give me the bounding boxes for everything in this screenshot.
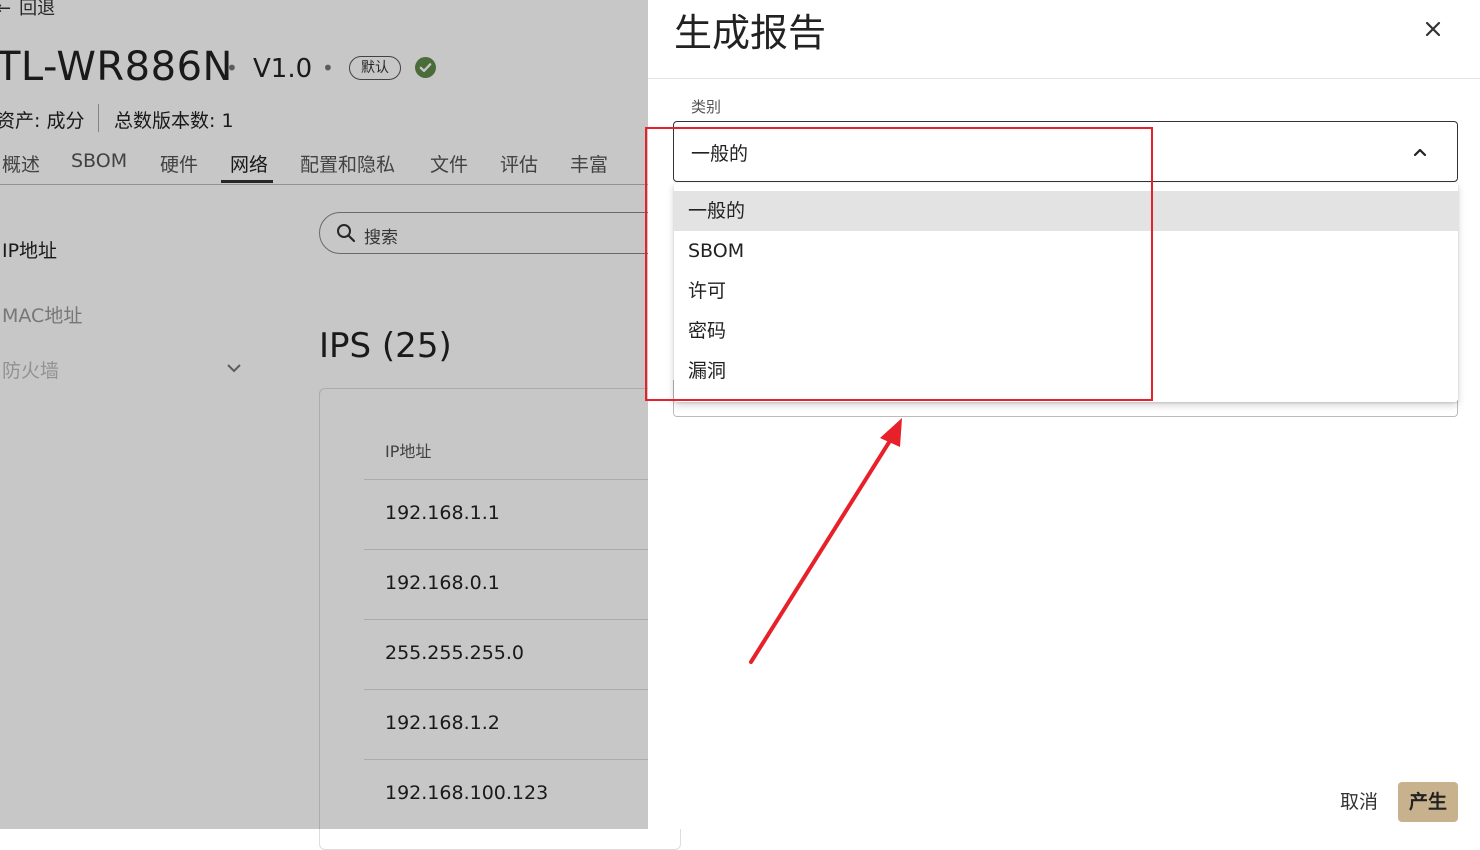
close-icon[interactable] bbox=[1422, 18, 1444, 40]
category-dropdown-menu: 一般的 SBOM 许可 密码 漏洞 bbox=[674, 183, 1458, 402]
category-selected-value: 一般的 bbox=[691, 143, 749, 165]
option-sbom[interactable]: SBOM bbox=[674, 231, 1458, 271]
category-select[interactable]: 一般的 bbox=[673, 121, 1458, 182]
chevron-up-icon bbox=[1413, 148, 1427, 157]
option-license[interactable]: 许可 bbox=[674, 271, 1458, 311]
category-label: 类别 bbox=[691, 98, 722, 116]
drawer-title: 生成报告 bbox=[674, 11, 827, 55]
option-vulnerability[interactable]: 漏洞 bbox=[674, 351, 1458, 391]
option-general[interactable]: 一般的 bbox=[674, 191, 1458, 231]
generate-button[interactable]: 产生 bbox=[1398, 782, 1458, 822]
option-password[interactable]: 密码 bbox=[674, 311, 1458, 351]
cancel-button[interactable]: 取消 bbox=[1328, 782, 1390, 822]
generate-report-drawer: 生成报告 类别 一般的 一般的 SBOM 许可 密码 漏洞 取消 产生 bbox=[648, 0, 1480, 829]
header-divider bbox=[648, 78, 1480, 79]
